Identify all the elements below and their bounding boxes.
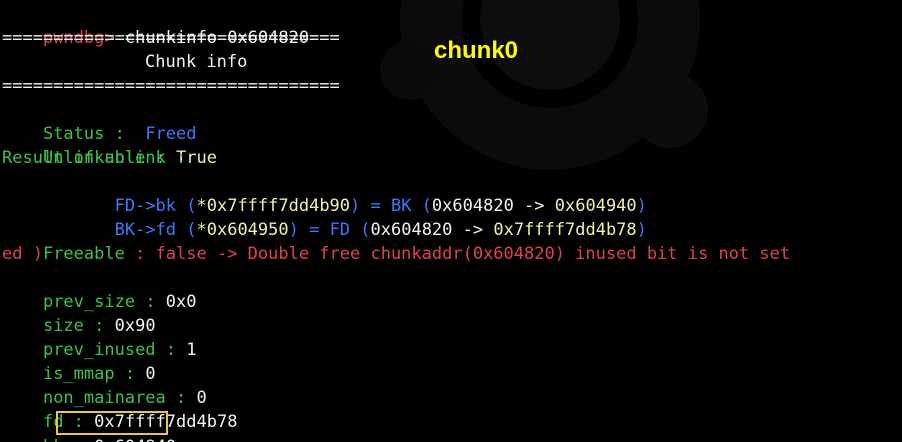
freeable-message-wrap: ed ) <box>2 244 43 264</box>
unlinkable-line: Unlinkable : True <box>2 122 217 168</box>
result-of-unlink-label: Result of unlink : <box>2 148 187 168</box>
status-line: Status : Freed <box>2 98 197 144</box>
field-sep: : <box>155 340 187 360</box>
field-is-mmap: is_mmap : 0 <box>2 338 156 384</box>
ubuntu-logo-watermark-icon <box>380 0 708 170</box>
freeable-message: : false -> Double free chunkaddr(0x60482… <box>124 244 791 264</box>
separator-top: ================================= <box>2 28 340 48</box>
bk-fd-line: BK->fd (*0x604950) = FD (0x604820 -> 0x7… <box>2 194 647 240</box>
terminal-window[interactable]: pwndbg> chunkinfo 0x604820 =============… <box>0 0 902 442</box>
prompt-line: pwndbg> chunkinfo 0x604820 <box>2 2 309 48</box>
chunk-annotation-label: chunk0 <box>434 37 519 64</box>
field-prev-inused: prev_inused : 1 <box>2 314 197 360</box>
header-title: Chunk info <box>145 52 248 72</box>
field-non-mainarea: non_mainarea : 0 <box>2 362 207 408</box>
field-sep: : <box>63 437 94 442</box>
field-value: 1 <box>186 340 197 360</box>
field-value: 0x604940 <box>94 437 176 442</box>
cut-off-line: ·· <box>2 436 22 442</box>
separator-bottom: ================================= <box>2 76 340 96</box>
field-fd: fd : 0x7ffff7dd4b78 <box>2 386 238 432</box>
fd-bk-line: FD->bk (*0x7ffff7dd4b90) = BK (0x604820 … <box>2 170 647 216</box>
field-size: size : 0x90 <box>2 290 156 336</box>
field-value: 0x0 <box>165 292 197 312</box>
freeable-label: Freeable <box>42 244 125 264</box>
field-label: bk <box>43 437 63 442</box>
field-prev-size: prev_size : 0x0 <box>2 266 197 312</box>
freeable-line: Freeable : false -> Double free chunkadd… <box>2 218 790 264</box>
bk-value-highlight-box <box>56 411 168 435</box>
